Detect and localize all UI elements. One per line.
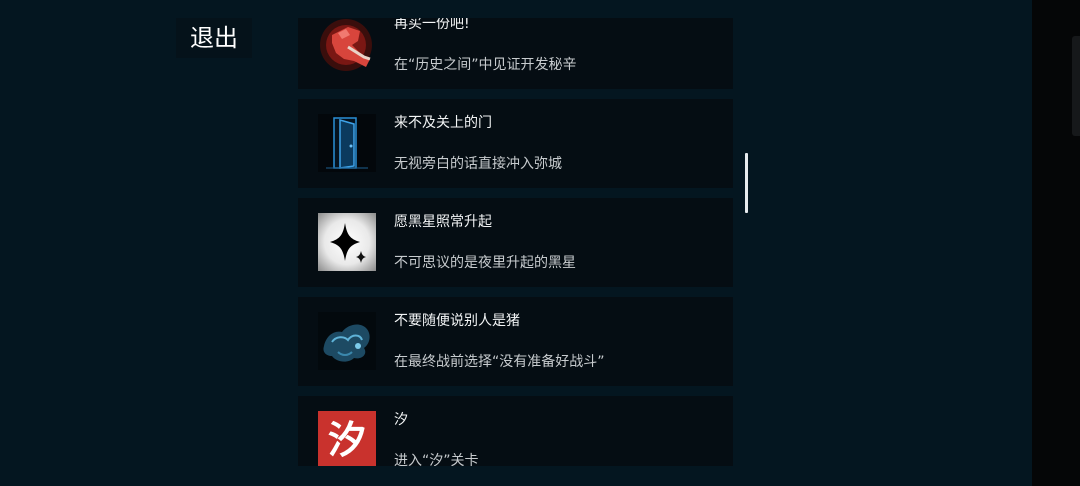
achievement-description: 在最终战前选择“没有准备好战斗”	[394, 354, 605, 370]
achievement-card[interactable]: 汐 汐 进入“汐”关卡	[298, 396, 733, 466]
achievement-title: 再买一份吧!	[394, 18, 470, 32]
fist-icon	[318, 18, 376, 73]
achievement-list[interactable]: 再买一份吧! 在“历史之间”中见证开发秘辛 来不及关上的门 无视旁白的话直接冲入…	[298, 18, 733, 466]
achievement-card[interactable]: 愿黑星照常升起 不可思议的是夜里升起的黑星	[298, 198, 733, 287]
xi-character-icon: 汐	[318, 411, 376, 466]
achievement-title: 不要随便说别人是猪	[394, 313, 520, 329]
pig-creature-icon	[318, 312, 376, 370]
icon-character: 汐	[327, 417, 366, 462]
achievement-title: 汐	[394, 412, 408, 428]
achievement-card[interactable]: 不要随便说别人是猪 在最终战前选择“没有准备好战斗”	[298, 297, 733, 386]
achievement-description: 在“历史之间”中见证开发秘辛	[394, 57, 577, 73]
achievement-title: 愿黑星照常升起	[394, 214, 492, 230]
black-star-icon	[318, 213, 376, 271]
exit-button[interactable]: 退出	[176, 18, 252, 58]
achievement-description: 进入“汐”关卡	[394, 453, 479, 466]
achievement-title: 来不及关上的门	[394, 115, 492, 131]
achievement-description: 不可思议的是夜里升起的黑星	[394, 255, 576, 271]
achievements-screen: 退出 再买一份吧! 在“历史之间”中见证开发秘辛 来不及关上的门 无视旁白的话直…	[0, 0, 1080, 486]
door-icon	[318, 114, 376, 172]
achievement-card[interactable]: 再买一份吧! 在“历史之间”中见证开发秘辛	[298, 18, 733, 89]
achievement-description: 无视旁白的话直接冲入弥城	[394, 156, 562, 172]
achievement-card[interactable]: 来不及关上的门 无视旁白的话直接冲入弥城	[298, 99, 733, 188]
side-drawer-handle[interactable]	[1072, 36, 1080, 136]
scroll-indicator[interactable]	[745, 153, 748, 213]
